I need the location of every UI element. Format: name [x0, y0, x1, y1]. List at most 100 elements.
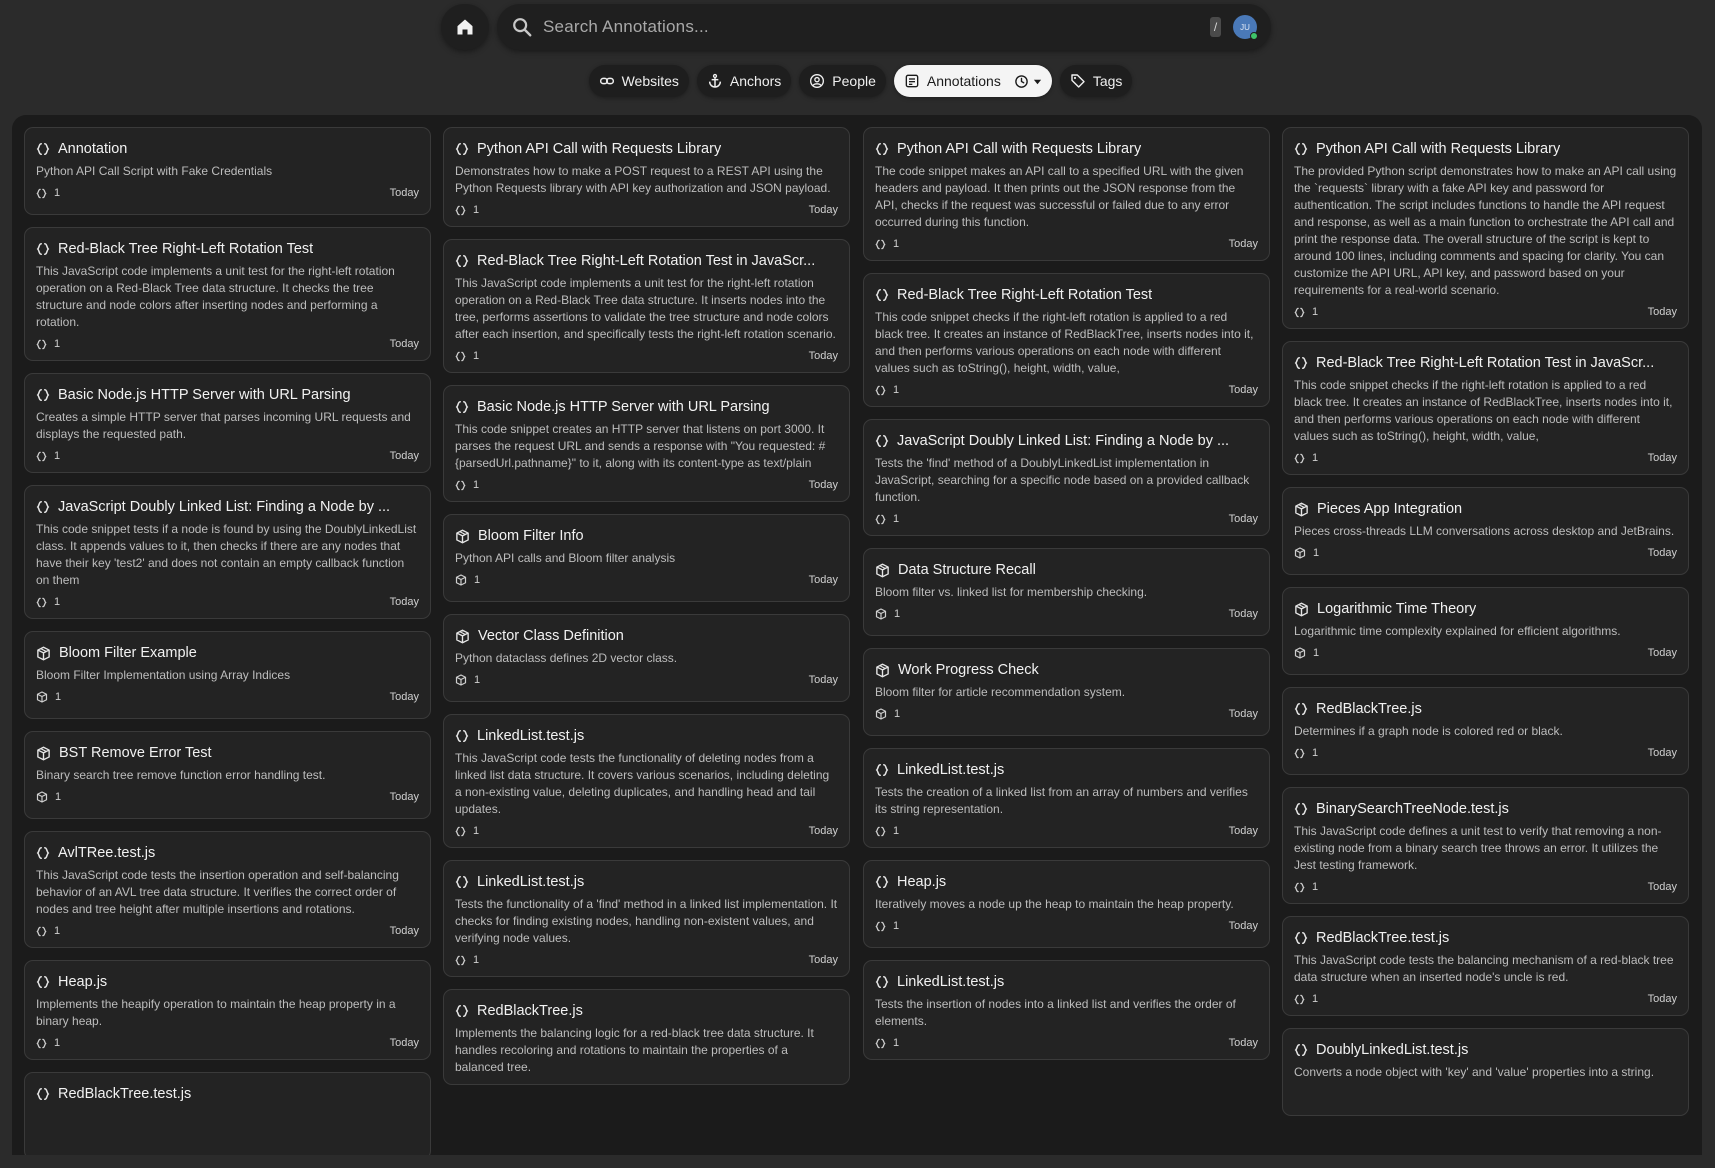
card-count: 1	[1312, 306, 1319, 318]
filter-annotations[interactable]: Annotations	[893, 65, 1052, 97]
card-description: Python API Call Script with Fake Credent…	[36, 164, 273, 178]
card-date: Today	[1228, 708, 1258, 720]
card-description: Python API calls and Bloom filter analys…	[455, 551, 676, 565]
card-description: Implements the balancing logic for a red…	[455, 1026, 814, 1074]
card-description: This code snippet checks if the right-le…	[875, 310, 1254, 375]
annotation-card[interactable]: Vector Class Definition Python dataclass …	[443, 614, 850, 702]
filter-websites[interactable]: Websites	[588, 65, 689, 97]
card-date: Today	[808, 204, 838, 216]
annotation-card[interactable]: JavaScript Doubly Linked List: Finding a…	[863, 419, 1270, 536]
annotation-card[interactable]: LinkedList.test.js This JavaScript code t…	[443, 714, 850, 848]
code-snippet-icon	[36, 975, 50, 989]
annotation-card[interactable]: LinkedList.test.js Tests the insertion of…	[863, 960, 1270, 1060]
column-3: Python API Call with Requests Library The…	[863, 127, 1270, 1072]
snippet-count-icon	[1294, 453, 1305, 464]
card-date: Today	[808, 479, 838, 491]
snippet-count-icon	[875, 921, 886, 932]
card-title: Data Structure Recall	[875, 561, 1258, 579]
annotation-card[interactable]: DoublyLinkedList.test.js Converts a node …	[1282, 1028, 1689, 1116]
card-title-text: Bloom Filter Example	[59, 645, 197, 661]
annotations-panel: Annotation Python API Call Script with Fa…	[12, 115, 1702, 1155]
card-title-text: Python API Call with Requests Library	[477, 141, 722, 157]
annotation-card[interactable]: Heap.js Iteratively moves a node up the h…	[863, 860, 1270, 948]
pieces-count-icon	[455, 574, 467, 586]
annotation-card[interactable]: BST Remove Error Test Binary search tree …	[24, 731, 431, 819]
annotation-card[interactable]: Annotation Python API Call Script with Fa…	[24, 127, 431, 215]
annotation-card[interactable]: Work Progress Check Bloom filter for arti…	[863, 648, 1270, 736]
card-footer: 1 Today	[36, 336, 419, 352]
card-footer: 1 Today	[875, 1035, 1258, 1051]
annotation-card[interactable]: RedBlackTree.js Determines if a graph nod…	[1282, 687, 1689, 775]
annotation-card[interactable]: Python API Call with Requests Library The…	[863, 127, 1270, 261]
card-title: Red-Black Tree Right-Left Rotation Test	[36, 240, 419, 258]
annotation-card[interactable]: RedBlackTree.js Implements the balancing …	[443, 989, 850, 1085]
card-date: Today	[389, 596, 419, 608]
filter-tags[interactable]: Tags	[1059, 65, 1133, 97]
user-avatar[interactable]: JU	[1233, 15, 1258, 40]
card-count: 1	[893, 920, 900, 932]
annotation-card[interactable]: RedBlackTree.test.js	[24, 1072, 431, 1155]
code-snippet-icon	[1294, 1043, 1308, 1057]
card-date: Today	[1647, 306, 1677, 318]
annotation-card[interactable]: Python API Call with Requests Library Dem…	[443, 127, 850, 227]
annotation-card[interactable]: Red-Black Tree Right-Left Rotation Test T…	[24, 227, 431, 361]
card-count: 1	[893, 825, 900, 837]
caret-down-icon	[1033, 79, 1041, 84]
pieces-count-icon	[36, 691, 48, 703]
card-date: Today	[1228, 1037, 1258, 1049]
annotation-card[interactable]: JavaScript Doubly Linked List: Finding a…	[24, 485, 431, 619]
card-count: 1	[893, 384, 900, 396]
card-date: Today	[808, 954, 838, 966]
card-title-text: DoublyLinkedList.test.js	[1316, 1042, 1469, 1058]
annotation-card[interactable]: AvlTRee.test.js This JavaScript code test…	[24, 831, 431, 948]
card-title: RedBlackTree.js	[455, 1002, 838, 1020]
annotation-card[interactable]: Pieces App Integration Pieces cross-threa…	[1282, 487, 1689, 575]
card-description: The code snippet makes an API call to a …	[875, 164, 1244, 229]
annotation-card[interactable]: Heap.js Implements the heapify operation …	[24, 960, 431, 1060]
annotation-card[interactable]: BinarySearchTreeNode.test.js This JavaScr…	[1282, 787, 1689, 904]
annotation-card[interactable]: Red-Black Tree Right-Left Rotation Test T…	[863, 273, 1270, 407]
card-title-text: Bloom Filter Info	[478, 528, 584, 544]
card-count: 1	[1312, 452, 1319, 464]
annotation-card[interactable]: Bloom Filter Example Bloom Filter Impleme…	[24, 631, 431, 719]
annotation-card[interactable]: LinkedList.test.js Tests the functionalit…	[443, 860, 850, 977]
code-snippet-icon	[875, 142, 889, 156]
annotation-card[interactable]: Red-Black Tree Right-Left Rotation Test …	[1282, 341, 1689, 475]
filter-anchors[interactable]: Anchors	[696, 65, 792, 97]
card-count: 1	[54, 1037, 61, 1049]
column-2: Python API Call with Requests Library Dem…	[443, 127, 850, 1097]
annotation-card[interactable]: Data Structure Recall Bloom filter vs. li…	[863, 548, 1270, 636]
card-count: 1	[1313, 647, 1320, 659]
annotation-card[interactable]: Basic Node.js HTTP Server with URL Parsi…	[443, 385, 850, 502]
search-input[interactable]	[543, 17, 1210, 37]
annotation-card[interactable]: Python API Call with Requests Library The…	[1282, 127, 1689, 329]
card-date: Today	[1228, 825, 1258, 837]
filter-people[interactable]: People	[799, 65, 886, 97]
home-button[interactable]	[441, 4, 489, 50]
card-title: Red-Black Tree Right-Left Rotation Test …	[455, 252, 838, 270]
snippet-count-icon	[875, 385, 886, 396]
pieces-count-icon	[875, 608, 887, 620]
top-bar: / JU	[441, 4, 1271, 50]
filter-label: Anchors	[729, 73, 782, 89]
card-footer: 1 Today	[1294, 991, 1677, 1007]
card-date: Today	[389, 187, 419, 199]
annotation-card[interactable]: Bloom Filter Info Python API calls and Bl…	[443, 514, 850, 602]
card-title: Python API Call with Requests Library	[875, 140, 1258, 158]
annotation-card[interactable]: Basic Node.js HTTP Server with URL Parsi…	[24, 373, 431, 473]
card-date: Today	[389, 925, 419, 937]
annotation-card[interactable]: Red-Black Tree Right-Left Rotation Test …	[443, 239, 850, 373]
snippet-count-icon	[455, 826, 466, 837]
search-bar: / JU	[497, 4, 1271, 50]
avatar-initials: JU	[1240, 22, 1250, 32]
code-snippet-icon	[875, 875, 889, 889]
card-title: LinkedList.test.js	[875, 761, 1258, 779]
annotation-card[interactable]: RedBlackTree.test.js This JavaScript code…	[1282, 916, 1689, 1016]
card-title: Red-Black Tree Right-Left Rotation Test …	[1294, 354, 1677, 372]
card-footer: 1 Today	[36, 594, 419, 610]
card-footer: 1 Today	[875, 382, 1258, 398]
annotation-card[interactable]: Logarithmic Time Theory Logarithmic time …	[1282, 587, 1689, 675]
card-title: Basic Node.js HTTP Server with URL Parsi…	[36, 386, 419, 404]
sort-recent-dropdown[interactable]	[1014, 74, 1042, 89]
annotation-card[interactable]: LinkedList.test.js Tests the creation of …	[863, 748, 1270, 848]
